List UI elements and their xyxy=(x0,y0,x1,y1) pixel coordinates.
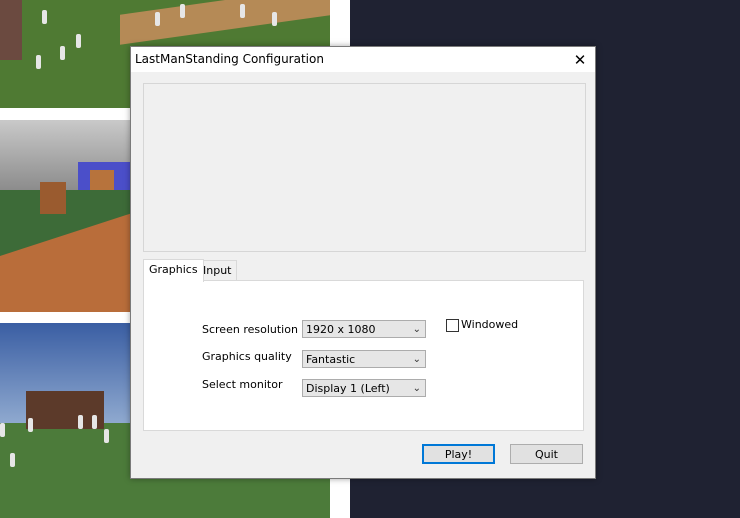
configuration-dialog: LastManStanding Configuration ✕ Graphics… xyxy=(130,46,596,479)
play-button[interactable]: Play! xyxy=(422,444,495,464)
graphics-quality-label: Graphics quality xyxy=(202,350,292,363)
quit-button[interactable]: Quit xyxy=(510,444,583,464)
select-monitor-select[interactable]: Display 1 (Left) ⌄ xyxy=(302,379,426,397)
graphics-panel: Screen resolution 1920 x 1080 ⌄ Graphics… xyxy=(143,280,584,431)
select-monitor-label: Select monitor xyxy=(202,378,283,391)
graphics-quality-select[interactable]: Fantastic ⌄ xyxy=(302,350,426,368)
chevron-down-icon: ⌄ xyxy=(412,324,421,335)
windowed-checkbox[interactable] xyxy=(446,319,459,332)
select-monitor-value: Display 1 (Left) xyxy=(306,382,390,395)
windowed-label: Windowed xyxy=(461,318,519,331)
chevron-down-icon: ⌄ xyxy=(412,383,421,394)
title-bar[interactable]: LastManStanding Configuration ✕ xyxy=(131,47,595,72)
screen-resolution-label: Screen resolution xyxy=(202,323,298,336)
chevron-down-icon: ⌄ xyxy=(412,354,421,365)
graphics-quality-value: Fantastic xyxy=(306,353,356,366)
close-button[interactable]: ✕ xyxy=(565,47,595,72)
window-title: LastManStanding Configuration xyxy=(135,52,324,66)
tab-graphics[interactable]: Graphics xyxy=(143,259,204,282)
screen-resolution-select[interactable]: 1920 x 1080 ⌄ xyxy=(302,320,426,338)
screen-resolution-value: 1920 x 1080 xyxy=(306,323,376,336)
banner-image-area xyxy=(143,83,586,252)
close-icon: ✕ xyxy=(573,50,587,69)
